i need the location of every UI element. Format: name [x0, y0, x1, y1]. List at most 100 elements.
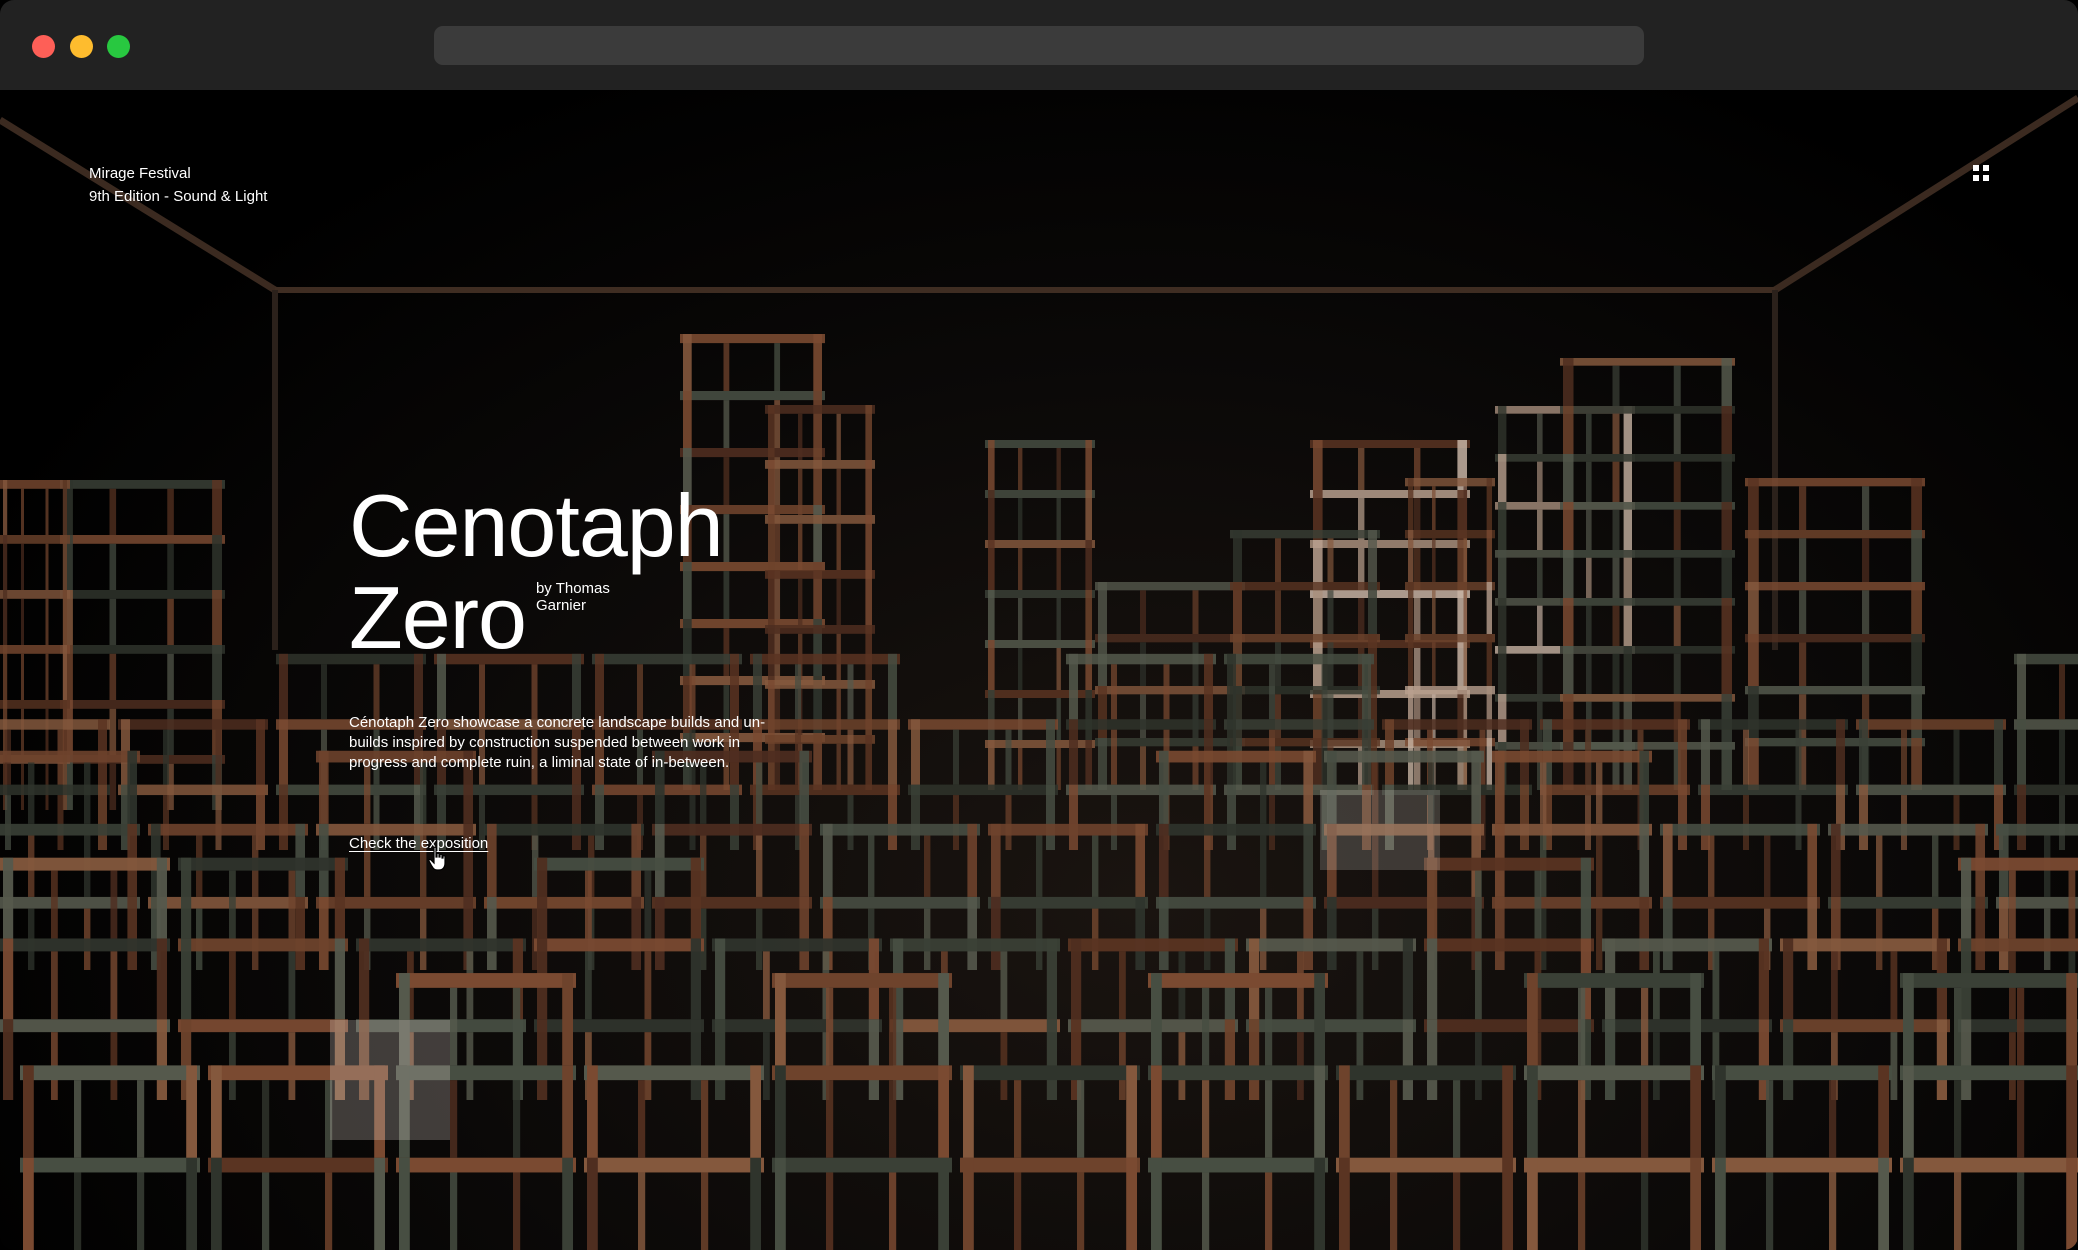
grid-dot: [1973, 175, 1979, 181]
scaffold-part: [62, 535, 67, 590]
scaffold-part: [1368, 582, 1377, 634]
scaffold-part: [178, 857, 348, 871]
scaffold-part: [487, 823, 497, 897]
scaffold-part: [775, 1157, 786, 1250]
scaffold-part: [1036, 835, 1043, 897]
page-viewport: Mirage Festival 9th Edition - Sound & Li…: [0, 90, 2078, 1250]
scaffold-part: [1563, 694, 1574, 742]
scaffold-part: [3, 590, 8, 645]
scaffold-part: [1405, 634, 1495, 643]
scaffold-part: [1069, 784, 1078, 850]
scaffold-part: [1275, 590, 1281, 634]
scaffold-part: [484, 823, 644, 836]
scaffold-part: [1524, 1065, 1704, 1081]
scaffold-part: [537, 1019, 548, 1100]
scaffold-part: [1463, 642, 1468, 686]
scaffold-part: [631, 896, 641, 970]
scaffold-part: [1612, 653, 1620, 694]
minimize-window-button[interactable]: [70, 35, 93, 58]
scaffold-part: [208, 1157, 388, 1173]
close-window-button[interactable]: [32, 35, 55, 58]
address-bar[interactable]: [434, 26, 1644, 65]
scaffold-part: [2017, 1172, 2025, 1250]
scaffold-part: [1085, 640, 1092, 690]
scaffold-part: [534, 1019, 704, 1033]
scaffold-part: [262, 1080, 270, 1158]
scaffold-part: [1402, 938, 1413, 1020]
scaffold-part: [109, 488, 117, 535]
scaffold-part: [865, 515, 872, 570]
check-exposition-link[interactable]: Check the exposition: [349, 834, 488, 854]
scaffold-part: [1612, 365, 1620, 406]
scaffold-part: [1903, 1065, 1914, 1158]
scaffold-part: [288, 870, 296, 939]
site-brand[interactable]: Mirage Festival 9th Edition - Sound & Li…: [89, 162, 267, 208]
scaffold-part: [23, 1157, 34, 1250]
scaffold-part: [1324, 896, 1484, 909]
scaffold-part: [985, 640, 1095, 648]
scaffold-part: [1095, 738, 1245, 747]
scaffold-part: [1159, 896, 1169, 970]
scaffold-part: [1358, 448, 1365, 490]
scaffold-part: [985, 490, 1095, 498]
scaffold-part: [1463, 694, 1468, 738]
scaffold-part: [813, 505, 822, 562]
scaffold-part: [584, 1157, 764, 1173]
scaffold-part: [1901, 729, 1907, 785]
scaffold-part: [1148, 1157, 1328, 1173]
scaffold-part: [21, 543, 24, 590]
scaffold-part: [587, 1065, 598, 1158]
scaffold-part: [1098, 738, 1107, 790]
scaffold-part: [1690, 973, 1701, 1066]
scaffold-part: [1249, 1019, 1260, 1100]
scaffold-part: [1721, 550, 1732, 598]
scaffold-part: [212, 535, 222, 590]
scaffold-part: [156, 1019, 167, 1100]
scaffold-part: [1405, 686, 1495, 695]
scaffold-part: [1156, 896, 1316, 909]
scaffold-part: [775, 973, 786, 1066]
scaffold-part: [137, 1172, 145, 1250]
scaffold-part: [1502, 1065, 1513, 1158]
scaffold-part: [1673, 461, 1681, 502]
scaffold-part: [1046, 1019, 1057, 1100]
scaffold-part: [21, 488, 24, 535]
scaffold-part: [1745, 530, 1925, 539]
scaffold-part: [1156, 750, 1316, 763]
scaffold-part: [0, 535, 70, 544]
scaffold-part: [84, 762, 91, 824]
scaffold-part: [262, 1172, 270, 1250]
scaffold-part: [3, 1019, 14, 1100]
scaffold-part: [1560, 406, 1735, 414]
scaffold-part: [1580, 857, 1591, 939]
scaffold-part: [772, 1157, 952, 1173]
scaffold-part: [836, 468, 841, 515]
grid-dot: [1983, 165, 1989, 171]
scaffold-part: [1408, 686, 1414, 738]
scaffold-part: [396, 973, 576, 988]
scaffold-part: [211, 1065, 222, 1158]
scaffold-part: [356, 938, 526, 952]
maximize-window-button[interactable]: [107, 35, 130, 58]
scaffold-part: [1527, 1157, 1538, 1250]
scaffold-part: [820, 896, 980, 909]
scaffold-part: [1077, 1172, 1085, 1250]
scaffold-part: [1829, 1172, 1837, 1250]
scaffold-part: [1453, 1172, 1461, 1250]
grid-menu-icon[interactable]: [1973, 165, 1990, 182]
scaffold-part: [1563, 742, 1574, 790]
scaffold-part: [1224, 719, 1374, 730]
scaffold-part: [1408, 738, 1414, 790]
scaffold-part: [167, 543, 174, 590]
scaffold-part: [1673, 557, 1681, 598]
scaffold-part: [1018, 648, 1023, 690]
scaffold-part: [1745, 738, 1925, 747]
scaffold-part: [1018, 448, 1023, 490]
scaffold-part: [775, 1065, 786, 1158]
scaffold-part: [723, 514, 730, 562]
scaffold-part: [137, 1080, 145, 1158]
hero-title-line-2: Zero: [349, 568, 527, 667]
scaffold-part: [1005, 795, 1012, 850]
scaffold-part: [1748, 530, 1759, 582]
scaffold-part: [1339, 1065, 1350, 1158]
